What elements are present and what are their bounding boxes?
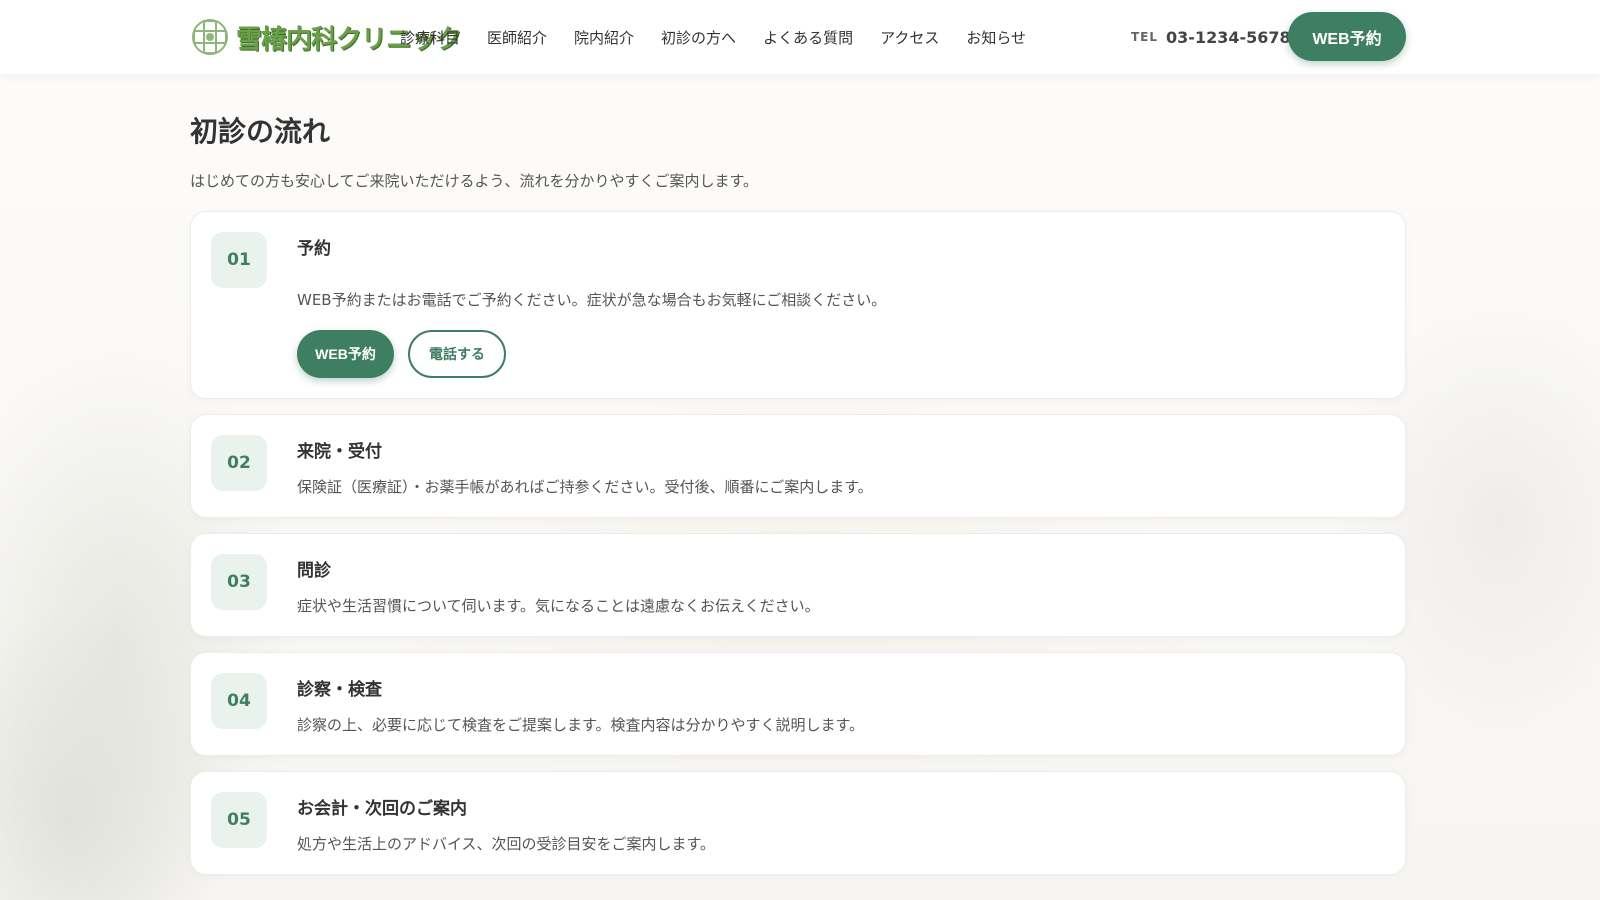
step-description: 保険証（医療証）・お薬手帳があればご持参ください。受付後、順番にご案内します。: [297, 478, 873, 496]
clinic-emblem-icon: [192, 19, 228, 55]
header-phone[interactable]: TEL 03-1234-5678: [1131, 0, 1291, 74]
step-number-badge: 03: [211, 554, 267, 610]
nav-access[interactable]: アクセス: [880, 27, 939, 48]
step-title: 来院・受付: [297, 442, 382, 462]
step-description: WEB予約またはお電話でご予約ください。症状が急な場合もお気軽にご相談ください。: [297, 291, 887, 309]
nav-departments[interactable]: 診療科目: [400, 27, 460, 48]
global-nav: 診療科目 医師紹介 院内紹介 初診の方へ よくある質問 アクセス お知らせ: [400, 0, 1026, 74]
nav-doctors[interactable]: 医師紹介: [487, 27, 547, 48]
header-web-reservation-button[interactable]: WEB予約: [1288, 12, 1406, 61]
web-reservation-button[interactable]: WEB予約: [297, 330, 394, 378]
step-number-badge: 02: [211, 435, 267, 491]
step-card-examination: 04 診察・検査 診察の上、必要に応じて検査をご提案します。検査内容は分かりやす…: [190, 652, 1406, 756]
step-card-interview: 03 問診 症状や生活習慣について伺います。気になることは遠慮なくお伝えください…: [190, 533, 1406, 637]
step-card-reception: 02 来院・受付 保険証（医療証）・お薬手帳があればご持参ください。受付後、順番…: [190, 414, 1406, 518]
nav-news[interactable]: お知らせ: [966, 27, 1026, 48]
step-card-reservation: 01 予約 WEB予約またはお電話でご予約ください。症状が急な場合もお気軽にご相…: [190, 211, 1406, 399]
site-header: 雪椿内科クリニック 診療科目 医師紹介 院内紹介 初診の方へ よくある質問 アク…: [0, 0, 1600, 74]
step-number-badge: 01: [211, 232, 267, 288]
step-list: 01 予約 WEB予約またはお電話でご予約ください。症状が急な場合もお気軽にご相…: [190, 211, 1406, 875]
step-card-payment: 05 お会計・次回のご案内 処方や生活上のアドバイス、次回の受診目安をご案内しま…: [190, 771, 1406, 875]
step-description: 症状や生活習慣について伺います。気になることは遠慮なくお伝えください。: [297, 597, 820, 615]
step-title: 予約: [297, 239, 331, 259]
page-title: 初診の流れ: [190, 115, 331, 148]
step-number-badge: 05: [211, 792, 267, 848]
step-title: 診察・検査: [297, 680, 382, 700]
step-title: 問診: [297, 561, 331, 581]
tel-number: 03-1234-5678: [1166, 27, 1291, 47]
nav-faq[interactable]: よくある質問: [763, 27, 853, 48]
nav-facility[interactable]: 院内紹介: [574, 27, 634, 48]
step-actions: WEB予約 電話する: [297, 330, 1385, 378]
call-button[interactable]: 電話する: [408, 330, 506, 378]
nav-first-visit[interactable]: 初診の方へ: [661, 27, 736, 48]
step-number-badge: 04: [211, 673, 267, 729]
step-title: お会計・次回のご案内: [297, 799, 467, 819]
page-lead: はじめての方も安心してご来院いただけるよう、流れを分かりやすくご案内します。: [190, 172, 759, 190]
step-description: 診察の上、必要に応じて検査をご提案します。検査内容は分かりやすく説明します。: [297, 716, 865, 734]
first-visit-flow: 初診の流れ はじめての方も安心してご来院いただけるよう、流れを分かりやすくご案内…: [190, 74, 1406, 875]
tel-label: TEL: [1131, 30, 1159, 44]
step-description: 処方や生活上のアドバイス、次回の受診目安をご案内します。: [297, 835, 716, 853]
